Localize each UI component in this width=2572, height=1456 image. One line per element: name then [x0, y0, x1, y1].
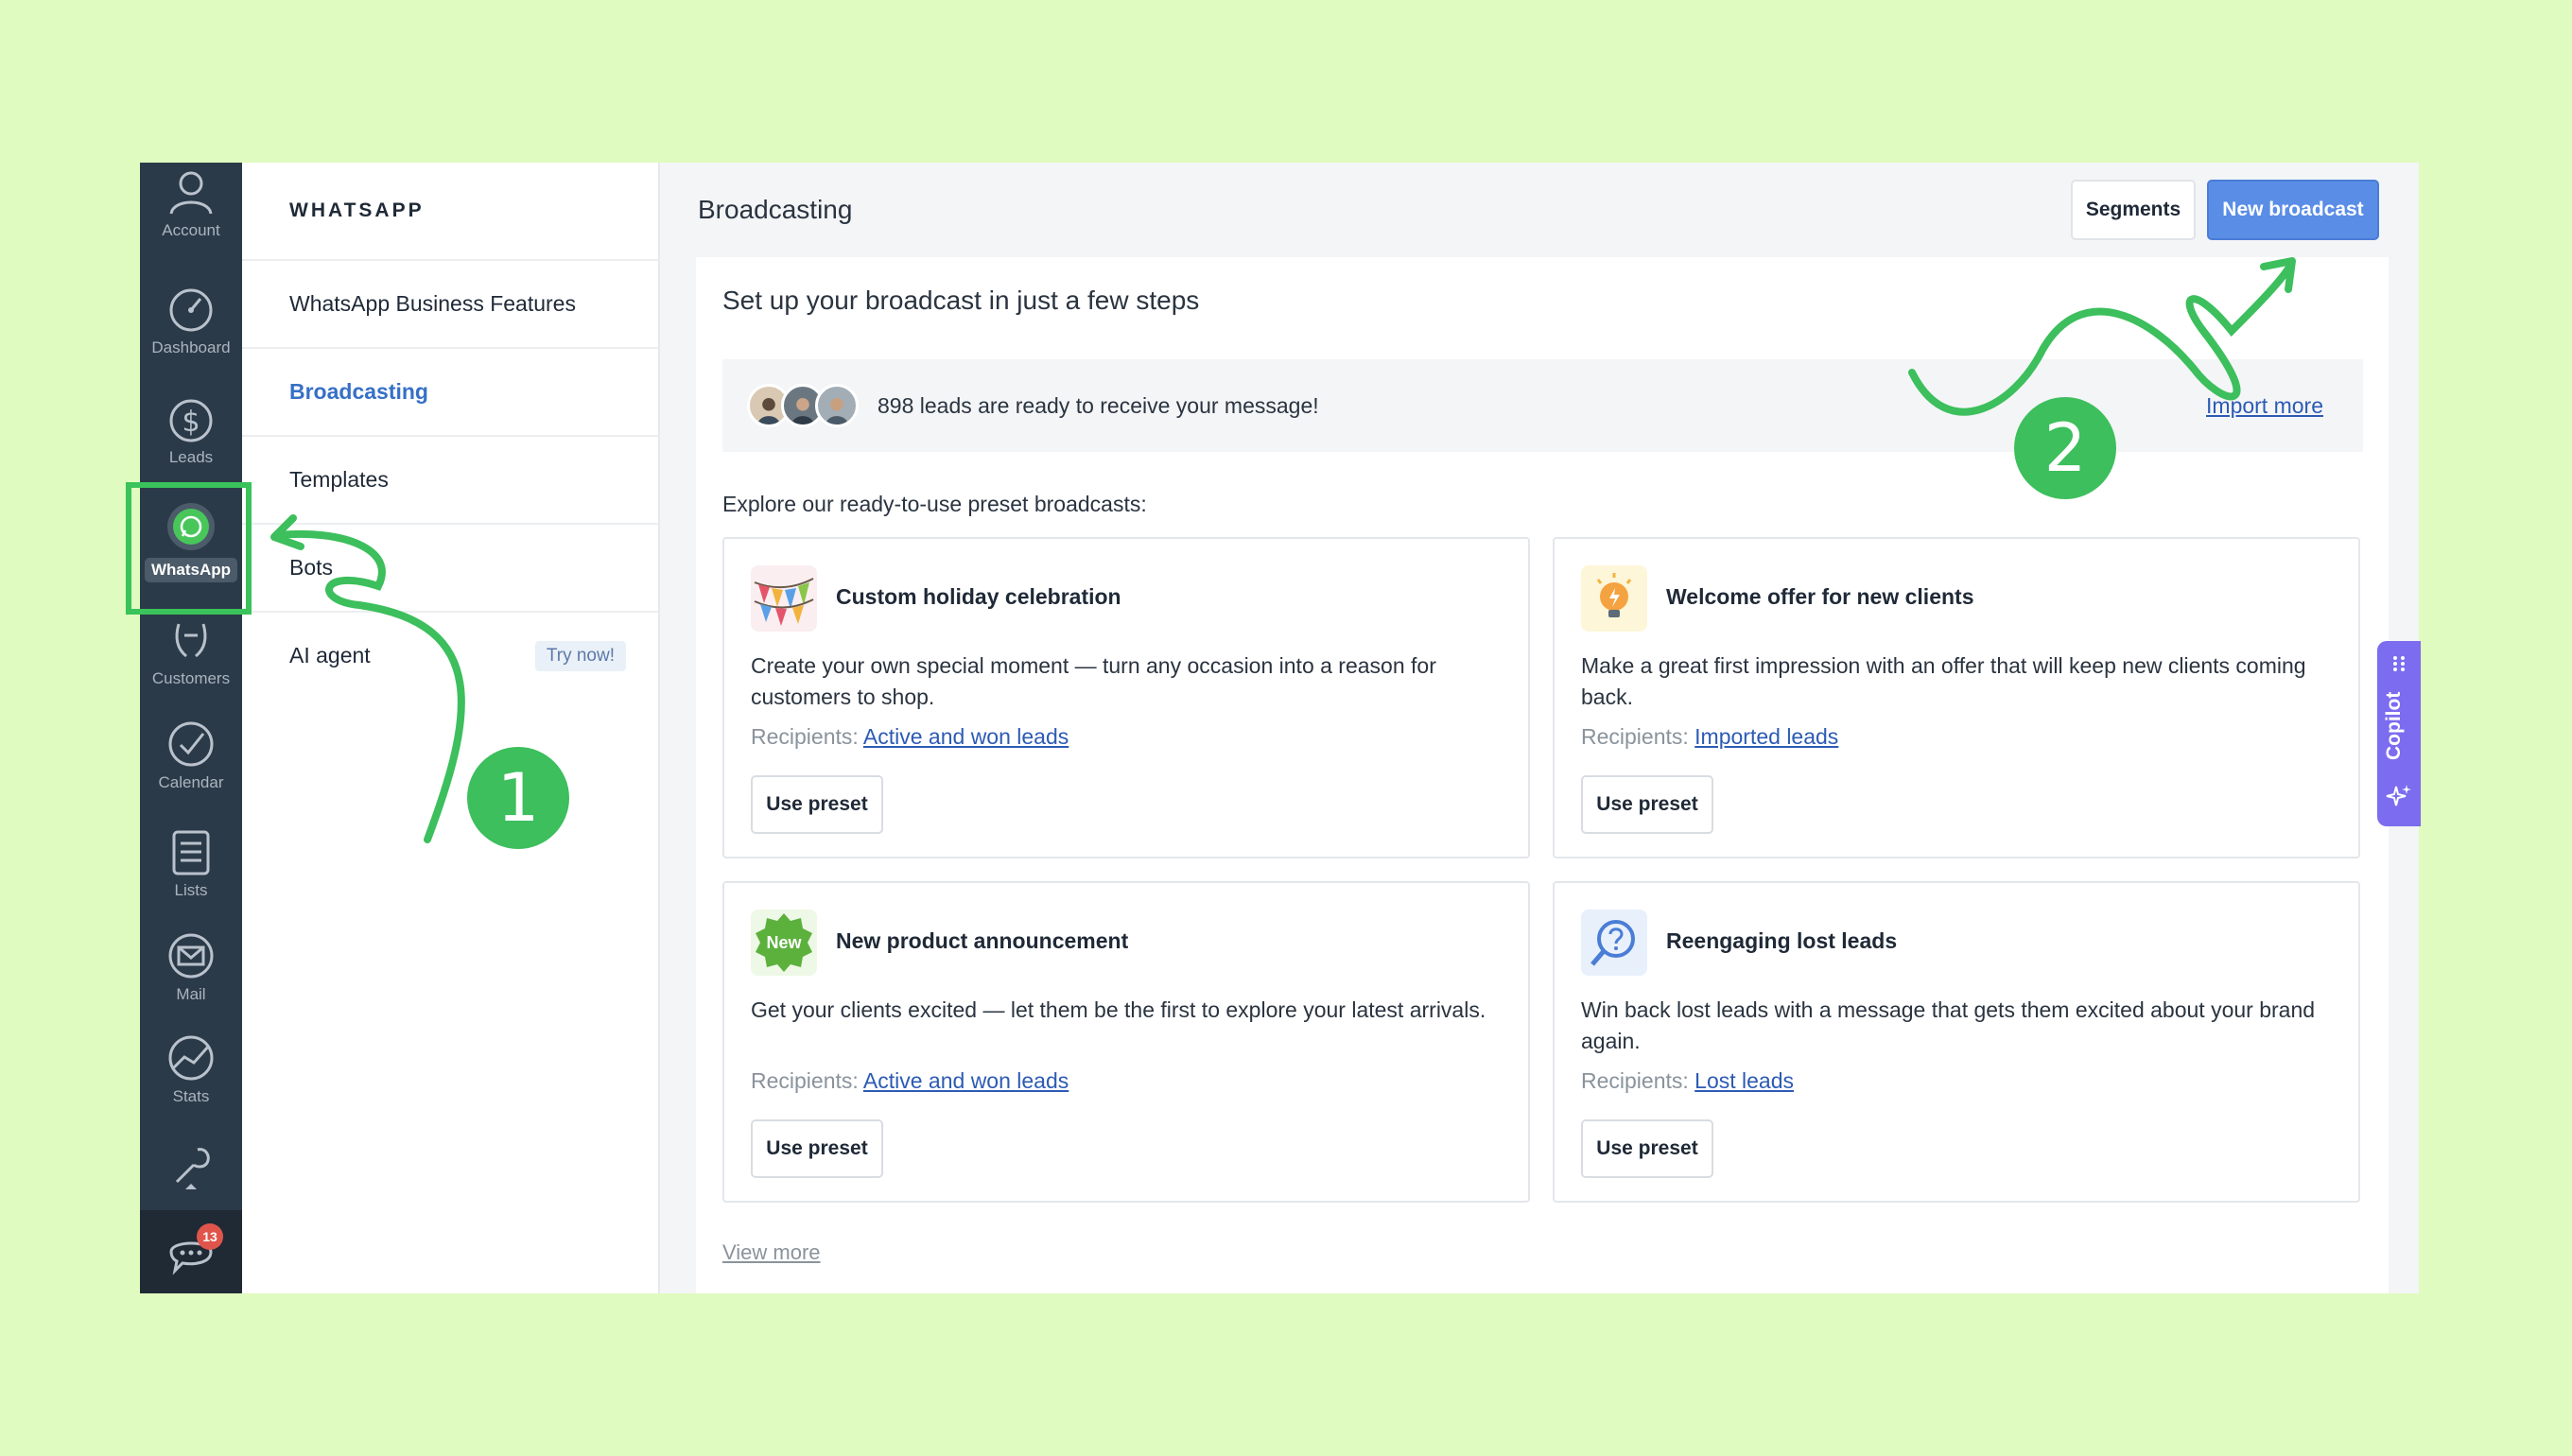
import-more-link[interactable]: Import more [2206, 393, 2323, 419]
rail-item-settings[interactable] [140, 1140, 242, 1191]
card-description: Get your clients excited — let them be t… [751, 997, 1486, 1022]
sparkle-icon [2386, 785, 2411, 806]
page-title: Broadcasting [698, 195, 853, 224]
subnav-item-bots[interactable]: Bots [242, 525, 658, 613]
preset-card-holiday: Custom holiday celebration Create your o… [722, 537, 1530, 858]
preset-card-reengage: Reengaging lost leads Win back lost lead… [1553, 881, 2360, 1203]
app-window: Account Dashboard $ Leads WhatsApp Custo… [140, 163, 2419, 1293]
recipients-link[interactable]: Lost leads [1694, 1068, 1794, 1093]
subnav-item-ai-agent[interactable]: AI agent Try now! [242, 613, 658, 699]
card-recipients: Recipients: Active and won leads [751, 724, 1069, 749]
subnav-heading: WHATSAPP [242, 163, 658, 261]
user-icon [169, 171, 213, 215]
rail-item-leads[interactable]: $ Leads [140, 393, 242, 467]
check-icon [168, 721, 214, 767]
svg-text:$: $ [182, 406, 200, 439]
svg-text:New: New [766, 933, 802, 952]
rail-item-customers[interactable]: Customers [140, 615, 242, 688]
copilot-tab[interactable]: Copilot [2377, 641, 2421, 826]
try-now-tag: Try now! [534, 640, 626, 671]
card-title: New product announcement [836, 928, 1129, 953]
explore-presets-text: Explore our ready-to-use preset broadcas… [722, 492, 1147, 516]
use-preset-button[interactable]: Use preset [1581, 1119, 1713, 1178]
new-broadcast-button[interactable]: New broadcast [2207, 180, 2379, 240]
gauge-icon [169, 288, 213, 332]
card-recipients: Recipients: Imported leads [1581, 724, 1839, 749]
chat-button[interactable]: 13 [140, 1210, 242, 1293]
preset-card-welcome-offer: Welcome offer for new clients Make a gre… [1553, 537, 2360, 858]
rail-item-lists[interactable]: Lists [140, 826, 242, 900]
rail-item-calendar[interactable]: Calendar [140, 719, 242, 792]
leads-ready-bar: 898 leads are ready to receive your mess… [722, 359, 2363, 452]
card-title: Welcome offer for new clients [1666, 584, 1974, 609]
subnav-item-business-features[interactable]: WhatsApp Business Features [242, 261, 658, 349]
use-preset-button[interactable]: Use preset [1581, 775, 1713, 834]
new-badge-icon: New [751, 910, 817, 976]
use-preset-button[interactable]: Use preset [751, 775, 883, 834]
copilot-label: Copilot [2383, 691, 2405, 760]
step-1-marker: 1 [467, 747, 569, 849]
rail-item-dashboard[interactable]: Dashboard [140, 284, 242, 357]
main-content: Broadcasting Segments New broadcast Set … [660, 163, 2419, 1293]
setup-title: Set up your broadcast in just a few step… [722, 286, 1200, 315]
wrench-icon [175, 1148, 210, 1189]
use-preset-button[interactable]: Use preset [751, 1119, 883, 1178]
lightbulb-icon [1581, 565, 1647, 632]
mail-icon [168, 933, 214, 979]
subnav-item-broadcasting[interactable]: Broadcasting [242, 349, 658, 437]
question-search-icon [1581, 910, 1647, 976]
recipients-link[interactable]: Active and won leads [863, 1068, 1069, 1093]
card-title: Reengaging lost leads [1666, 928, 1898, 953]
main-sidebar: Account Dashboard $ Leads WhatsApp Custo… [140, 163, 242, 1293]
bunting-icon [751, 565, 817, 632]
segments-button[interactable]: Segments [2071, 180, 2196, 240]
stats-icon [168, 1035, 214, 1081]
avatar-group [747, 384, 859, 427]
broadcast-setup-panel: Set up your broadcast in just a few step… [696, 257, 2389, 1293]
recipients-link[interactable]: Active and won leads [863, 724, 1069, 749]
recipients-link[interactable]: Imported leads [1694, 724, 1838, 749]
notification-badge: 13 [197, 1223, 223, 1250]
rail-item-mail[interactable]: Mail [140, 930, 242, 1004]
card-title: Custom holiday celebration [836, 584, 1121, 609]
subnav-item-templates[interactable]: Templates [242, 437, 658, 525]
list-icon [172, 830, 210, 875]
avatar [815, 384, 859, 427]
rail-item-stats[interactable]: Stats [140, 1032, 242, 1106]
rail-item-account[interactable]: Account [140, 166, 242, 240]
step-2-marker: 2 [2014, 397, 2116, 499]
whatsapp-highlight-box [126, 482, 252, 615]
handshake-icon [175, 623, 207, 658]
drag-handle-icon[interactable] [2390, 654, 2408, 673]
card-recipients: Recipients: Lost leads [1581, 1068, 1795, 1093]
card-description: Make a great first impression with an of… [1581, 653, 2306, 709]
dollar-icon: $ [169, 399, 213, 442]
preset-card-new-product: New New product announcement Get your cl… [722, 881, 1530, 1203]
card-description: Win back lost leads with a message that … [1581, 997, 2316, 1053]
leads-ready-text: 898 leads are ready to receive your mess… [878, 392, 1319, 418]
card-recipients: Recipients: Active and won leads [751, 1068, 1069, 1093]
view-more-link[interactable]: View more [722, 1240, 821, 1265]
whatsapp-subnav: WHATSAPP WhatsApp Business Features Broa… [242, 163, 660, 1293]
card-description: Create your own special moment — turn an… [751, 653, 1436, 709]
